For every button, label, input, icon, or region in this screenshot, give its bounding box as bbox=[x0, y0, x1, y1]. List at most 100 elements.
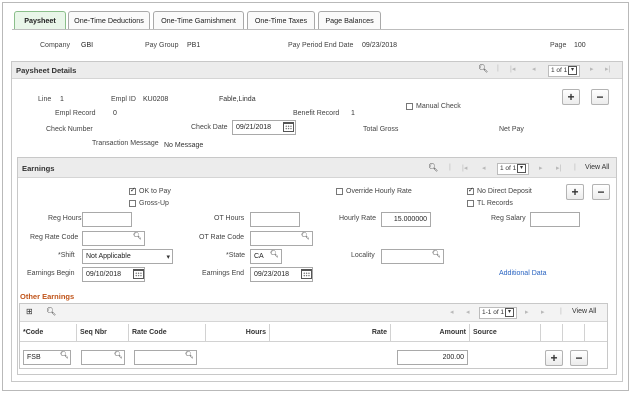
other-earnings-title: Other Earnings bbox=[20, 292, 75, 301]
amount-input[interactable]: 200.00 bbox=[397, 350, 468, 365]
override-hourly-checkbox[interactable] bbox=[336, 188, 343, 195]
transaction-message-value: No Message bbox=[164, 142, 204, 149]
other-earnings-view-all-link[interactable]: View All bbox=[572, 308, 596, 315]
manual-check-checkbox[interactable] bbox=[406, 103, 413, 110]
prev-page-icon[interactable]: ◂ bbox=[482, 164, 486, 172]
ok-to-pay-checkbox[interactable] bbox=[129, 186, 136, 195]
no-direct-deposit-label: No Direct Deposit bbox=[477, 188, 532, 195]
benefit-record-label: Benefit Record bbox=[293, 110, 340, 117]
hourly-rate-label: Hourly Rate bbox=[339, 215, 376, 222]
first-page-icon[interactable]: |◂ bbox=[462, 164, 467, 172]
first-page-icon[interactable]: |◂ bbox=[510, 65, 515, 73]
col-header-delete bbox=[563, 324, 585, 341]
benefit-record-value: 1 bbox=[351, 110, 355, 117]
prev-page-icon[interactable]: ◂ bbox=[532, 65, 536, 73]
delete-earnings-button[interactable]: − bbox=[592, 184, 610, 200]
pay-period-end-value: 09/23/2018 bbox=[362, 42, 398, 49]
col-header-code: *Code bbox=[20, 324, 77, 341]
next-page-icon[interactable]: ▸ bbox=[525, 308, 529, 316]
lookup-icon[interactable]: 🔍︎ bbox=[133, 232, 142, 240]
last-page-icon[interactable]: ▸ bbox=[541, 308, 545, 316]
line-label: Line bbox=[38, 96, 52, 103]
gross-up-label: Gross-Up bbox=[139, 200, 169, 207]
amount-text: 200.00 bbox=[442, 354, 464, 361]
divider: | bbox=[449, 164, 451, 171]
lookup-icon[interactable]: 🔍︎ bbox=[60, 351, 69, 359]
add-row-button[interactable]: + bbox=[562, 89, 580, 105]
search-icon[interactable]: 🔍︎ bbox=[46, 307, 56, 316]
next-page-icon[interactable]: ▸ bbox=[590, 65, 594, 73]
tab-page-balances[interactable]: Page Balances bbox=[318, 11, 381, 29]
lookup-icon[interactable]: 🔍︎ bbox=[270, 250, 279, 258]
check-date-label: Check Date bbox=[191, 124, 228, 131]
col-header-add bbox=[541, 324, 563, 341]
first-page-icon[interactable]: ◂ bbox=[450, 308, 454, 316]
delete-row-button[interactable]: − bbox=[591, 89, 609, 105]
earnings-pager-text: 1 of 1 bbox=[500, 165, 517, 172]
hourly-rate-input[interactable]: 15.000000 bbox=[381, 212, 431, 227]
earnings-begin-label: Earnings Begin bbox=[27, 270, 75, 277]
emplid-label: Empl ID bbox=[111, 96, 136, 103]
divider: | bbox=[574, 164, 576, 171]
tab-paysheet[interactable]: Paysheet bbox=[14, 11, 66, 29]
lookup-icon[interactable]: 🔍︎ bbox=[185, 351, 194, 359]
lookup-icon[interactable]: 🔍︎ bbox=[301, 232, 310, 240]
delete-other-earnings-button[interactable]: − bbox=[570, 350, 588, 366]
company-value: GBI bbox=[81, 42, 94, 49]
last-page-icon[interactable]: ▸| bbox=[605, 65, 610, 73]
search-icon[interactable]: 🔍︎ bbox=[428, 163, 438, 172]
empl-record-label: Empl Record bbox=[55, 110, 96, 117]
details-pager-text: 1 of 1 bbox=[551, 67, 568, 74]
col-header-rate: Rate bbox=[270, 324, 391, 341]
col-header-amount: Amount bbox=[391, 324, 470, 341]
next-page-icon[interactable]: ▸ bbox=[539, 164, 543, 172]
add-earnings-button[interactable]: + bbox=[566, 184, 584, 200]
page-label: Page bbox=[550, 42, 567, 49]
reg-hours-input[interactable] bbox=[82, 212, 132, 227]
earnings-end-text: 09/23/2018 bbox=[254, 271, 290, 278]
prev-page-icon[interactable]: ◂ bbox=[466, 308, 470, 316]
ot-rate-code-label: OT Rate Code bbox=[199, 234, 245, 241]
pager-dropdown-icon[interactable]: ▾ bbox=[568, 66, 577, 75]
calendar-icon[interactable] bbox=[301, 269, 312, 279]
divider: | bbox=[497, 65, 499, 72]
line-value: 1 bbox=[60, 96, 64, 103]
last-page-icon[interactable]: ▸| bbox=[556, 164, 561, 172]
earnings-view-all-link[interactable]: View All bbox=[585, 164, 609, 171]
tab-one-time-taxes[interactable]: One-Time Taxes bbox=[247, 11, 315, 29]
ot-hours-input[interactable] bbox=[250, 212, 300, 227]
pager-dropdown-icon[interactable]: ▾ bbox=[505, 308, 514, 317]
manual-check-label: Manual Check bbox=[416, 103, 461, 110]
total-gross-label: Total Gross bbox=[363, 126, 399, 133]
col-header-seq-nbr: Seq Nbr bbox=[77, 324, 129, 341]
personalize-icon[interactable]: ⊞ bbox=[26, 307, 33, 316]
gross-up-checkbox[interactable] bbox=[129, 200, 136, 207]
tab-underline bbox=[12, 29, 624, 30]
other-earnings-pager-text: 1-1 of 1 bbox=[482, 309, 505, 316]
state-label: *State bbox=[226, 252, 246, 259]
paygroup-value: PB1 bbox=[187, 42, 201, 49]
paysheet-details-title: Paysheet Details bbox=[16, 66, 77, 75]
check-number-label: Check Number bbox=[46, 126, 93, 133]
add-other-earnings-button[interactable]: + bbox=[545, 350, 563, 366]
lookup-icon[interactable]: 🔍︎ bbox=[114, 351, 123, 359]
tl-records-checkbox[interactable] bbox=[467, 200, 474, 207]
search-icon[interactable]: 🔍︎ bbox=[478, 64, 488, 73]
tab-one-time-garnishment[interactable]: One-Time Garnishment bbox=[153, 11, 244, 29]
additional-data-link[interactable]: Additional Data bbox=[499, 270, 546, 277]
employee-name: Fable,Linda bbox=[219, 96, 256, 103]
other-earnings-toolbar bbox=[20, 304, 607, 322]
shift-select[interactable]: Not Applicable bbox=[82, 249, 173, 264]
earnings-end-label: Earnings End bbox=[202, 270, 245, 277]
reg-salary-input[interactable] bbox=[530, 212, 580, 227]
no-direct-deposit-checkbox[interactable] bbox=[467, 186, 474, 195]
ok-to-pay-label: OK to Pay bbox=[139, 188, 171, 195]
calendar-icon[interactable] bbox=[133, 269, 144, 279]
locality-label: Locality bbox=[351, 252, 375, 259]
tab-one-time-deductions[interactable]: One-Time Deductions bbox=[68, 11, 150, 29]
pager-dropdown-icon[interactable]: ▾ bbox=[517, 164, 526, 173]
lookup-icon[interactable]: 🔍︎ bbox=[432, 250, 441, 258]
calendar-icon[interactable] bbox=[283, 122, 294, 132]
empl-record-value: 0 bbox=[113, 110, 117, 117]
pay-period-end-label: Pay Period End Date bbox=[288, 42, 354, 49]
